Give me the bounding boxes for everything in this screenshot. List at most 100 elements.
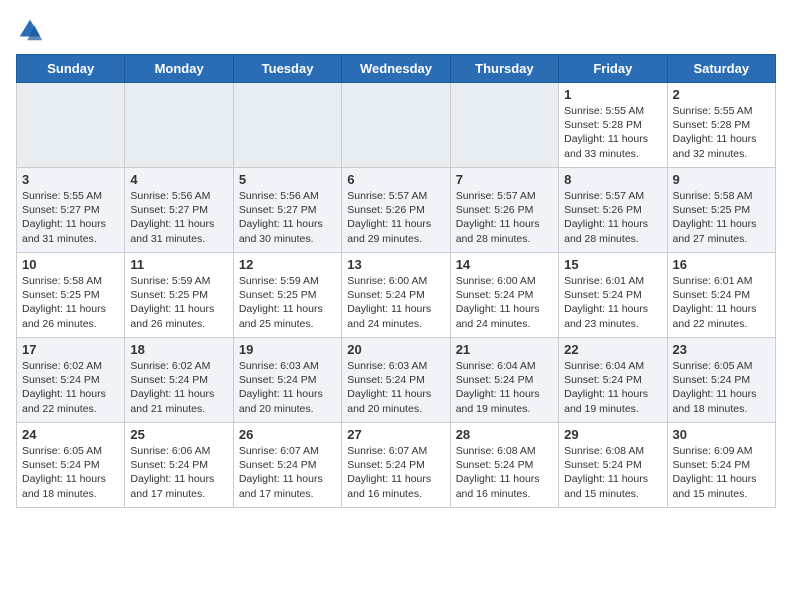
day-number: 4 [130,172,227,187]
calendar-cell: 25 Sunrise: 6:06 AM Sunset: 5:24 PM Dayli… [125,423,233,508]
calendar-cell: 16 Sunrise: 6:01 AM Sunset: 5:24 PM Dayli… [667,253,775,338]
day-number: 26 [239,427,336,442]
calendar-cell: 15 Sunrise: 6:01 AM Sunset: 5:24 PM Dayli… [559,253,667,338]
calendar-table: SundayMondayTuesdayWednesdayThursdayFrid… [16,54,776,508]
cell-info: Sunrise: 6:06 AM Sunset: 5:24 PM Dayligh… [130,444,227,501]
calendar-cell [450,83,558,168]
weekday-header: Tuesday [233,55,341,83]
day-number: 14 [456,257,553,272]
day-number: 22 [564,342,661,357]
calendar-week-row: 1 Sunrise: 5:55 AM Sunset: 5:28 PM Daylig… [17,83,776,168]
cell-info: Sunrise: 5:55 AM Sunset: 5:28 PM Dayligh… [673,104,770,161]
cell-info: Sunrise: 6:01 AM Sunset: 5:24 PM Dayligh… [673,274,770,331]
day-number: 27 [347,427,444,442]
day-number: 15 [564,257,661,272]
day-number: 30 [673,427,770,442]
day-number: 28 [456,427,553,442]
day-number: 29 [564,427,661,442]
calendar-cell: 18 Sunrise: 6:02 AM Sunset: 5:24 PM Dayli… [125,338,233,423]
cell-info: Sunrise: 6:04 AM Sunset: 5:24 PM Dayligh… [456,359,553,416]
cell-info: Sunrise: 6:02 AM Sunset: 5:24 PM Dayligh… [22,359,119,416]
day-number: 25 [130,427,227,442]
calendar-cell: 10 Sunrise: 5:58 AM Sunset: 5:25 PM Dayli… [17,253,125,338]
cell-info: Sunrise: 5:55 AM Sunset: 5:28 PM Dayligh… [564,104,661,161]
cell-info: Sunrise: 6:02 AM Sunset: 5:24 PM Dayligh… [130,359,227,416]
day-number: 8 [564,172,661,187]
weekday-header: Sunday [17,55,125,83]
cell-info: Sunrise: 5:58 AM Sunset: 5:25 PM Dayligh… [673,189,770,246]
calendar-cell: 19Sunrise: 6:03 AM Sunset: 5:24 PM Dayli… [233,338,341,423]
calendar-cell: 13 Sunrise: 6:00 AM Sunset: 5:24 PM Dayli… [342,253,450,338]
calendar-cell: 24 Sunrise: 6:05 AM Sunset: 5:24 PM Dayli… [17,423,125,508]
cell-info: Sunrise: 5:59 AM Sunset: 5:25 PM Dayligh… [130,274,227,331]
day-number: 1 [564,87,661,102]
calendar-cell: 22 Sunrise: 6:04 AM Sunset: 5:24 PM Dayli… [559,338,667,423]
cell-info: Sunrise: 6:08 AM Sunset: 5:24 PM Dayligh… [564,444,661,501]
calendar-cell: 12 Sunrise: 5:59 AM Sunset: 5:25 PM Dayli… [233,253,341,338]
cell-info: Sunrise: 6:05 AM Sunset: 5:24 PM Dayligh… [22,444,119,501]
day-number: 18 [130,342,227,357]
calendar-cell [17,83,125,168]
cell-info: Sunrise: 6:07 AM Sunset: 5:24 PM Dayligh… [347,444,444,501]
calendar-cell: 11Sunrise: 5:59 AM Sunset: 5:25 PM Dayli… [125,253,233,338]
day-number: 3 [22,172,119,187]
calendar-week-row: 17 Sunrise: 6:02 AM Sunset: 5:24 PM Dayli… [17,338,776,423]
cell-info: Sunrise: 5:57 AM Sunset: 5:26 PM Dayligh… [347,189,444,246]
day-number: 13 [347,257,444,272]
cell-info: Sunrise: 6:09 AM Sunset: 5:24 PM Dayligh… [673,444,770,501]
calendar-cell: 28 Sunrise: 6:08 AM Sunset: 5:24 PM Dayli… [450,423,558,508]
calendar-cell: 29 Sunrise: 6:08 AM Sunset: 5:24 PM Dayli… [559,423,667,508]
calendar-cell: 9 Sunrise: 5:58 AM Sunset: 5:25 PM Daylig… [667,168,775,253]
day-number: 20 [347,342,444,357]
day-number: 23 [673,342,770,357]
calendar-cell: 1 Sunrise: 5:55 AM Sunset: 5:28 PM Daylig… [559,83,667,168]
calendar-cell: 3 Sunrise: 5:55 AM Sunset: 5:27 PM Daylig… [17,168,125,253]
calendar-cell [342,83,450,168]
day-number: 17 [22,342,119,357]
page-header [16,16,776,44]
calendar-cell [125,83,233,168]
day-number: 2 [673,87,770,102]
cell-info: Sunrise: 6:00 AM Sunset: 5:24 PM Dayligh… [456,274,553,331]
cell-info: Sunrise: 5:57 AM Sunset: 5:26 PM Dayligh… [456,189,553,246]
calendar-cell: 27 Sunrise: 6:07 AM Sunset: 5:24 PM Dayli… [342,423,450,508]
day-number: 12 [239,257,336,272]
logo [16,16,48,44]
calendar-cell: 21 Sunrise: 6:04 AM Sunset: 5:24 PM Dayli… [450,338,558,423]
cell-info: Sunrise: 6:07 AM Sunset: 5:24 PM Dayligh… [239,444,336,501]
day-number: 24 [22,427,119,442]
day-number: 9 [673,172,770,187]
calendar-cell: 23Sunrise: 6:05 AM Sunset: 5:24 PM Dayli… [667,338,775,423]
cell-info: Sunrise: 6:01 AM Sunset: 5:24 PM Dayligh… [564,274,661,331]
cell-info: Sunrise: 5:58 AM Sunset: 5:25 PM Dayligh… [22,274,119,331]
calendar-cell: 20 Sunrise: 6:03 AM Sunset: 5:24 PM Dayli… [342,338,450,423]
cell-info: Sunrise: 6:04 AM Sunset: 5:24 PM Dayligh… [564,359,661,416]
weekday-header: Thursday [450,55,558,83]
day-number: 16 [673,257,770,272]
day-number: 10 [22,257,119,272]
calendar-cell [233,83,341,168]
calendar-cell: 8 Sunrise: 5:57 AM Sunset: 5:26 PM Daylig… [559,168,667,253]
cell-info: Sunrise: 5:59 AM Sunset: 5:25 PM Dayligh… [239,274,336,331]
cell-info: Sunrise: 6:00 AM Sunset: 5:24 PM Dayligh… [347,274,444,331]
cell-info: Sunrise: 5:55 AM Sunset: 5:27 PM Dayligh… [22,189,119,246]
day-number: 21 [456,342,553,357]
cell-info: Sunrise: 6:08 AM Sunset: 5:24 PM Dayligh… [456,444,553,501]
calendar-cell: 17 Sunrise: 6:02 AM Sunset: 5:24 PM Dayli… [17,338,125,423]
calendar-cell: 4 Sunrise: 5:56 AM Sunset: 5:27 PM Daylig… [125,168,233,253]
calendar-cell: 6 Sunrise: 5:57 AM Sunset: 5:26 PM Daylig… [342,168,450,253]
calendar-week-row: 24 Sunrise: 6:05 AM Sunset: 5:24 PM Dayli… [17,423,776,508]
cell-info: Sunrise: 5:56 AM Sunset: 5:27 PM Dayligh… [239,189,336,246]
calendar-cell: 26 Sunrise: 6:07 AM Sunset: 5:24 PM Dayli… [233,423,341,508]
cell-info: Sunrise: 5:57 AM Sunset: 5:26 PM Dayligh… [564,189,661,246]
cell-info: Sunrise: 5:56 AM Sunset: 5:27 PM Dayligh… [130,189,227,246]
calendar-week-row: 10 Sunrise: 5:58 AM Sunset: 5:25 PM Dayli… [17,253,776,338]
calendar-cell: 30 Sunrise: 6:09 AM Sunset: 5:24 PM Dayli… [667,423,775,508]
calendar-cell: 2 Sunrise: 5:55 AM Sunset: 5:28 PM Daylig… [667,83,775,168]
cell-info: Sunrise: 6:03 AM Sunset: 5:24 PM Dayligh… [347,359,444,416]
day-number: 19 [239,342,336,357]
weekday-header: Monday [125,55,233,83]
calendar-week-row: 3 Sunrise: 5:55 AM Sunset: 5:27 PM Daylig… [17,168,776,253]
calendar-cell: 7Sunrise: 5:57 AM Sunset: 5:26 PM Daylig… [450,168,558,253]
day-number: 6 [347,172,444,187]
